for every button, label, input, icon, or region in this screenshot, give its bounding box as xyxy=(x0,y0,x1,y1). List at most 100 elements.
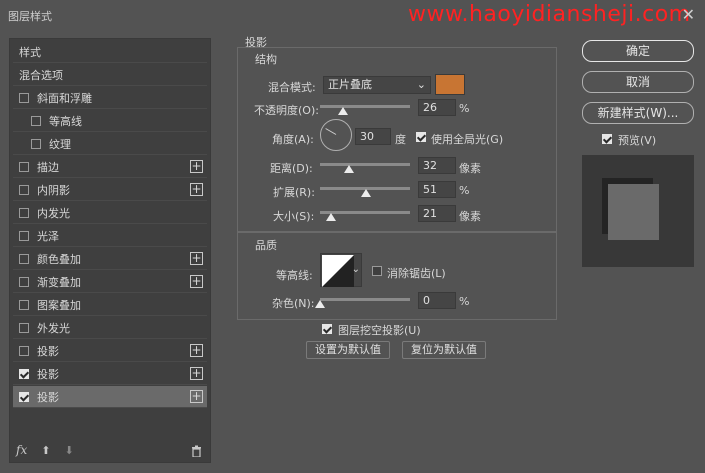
chevron-down-icon: ⌄ xyxy=(416,78,426,91)
style-item-checkbox[interactable] xyxy=(19,184,29,195)
spread-unit: % xyxy=(459,184,470,197)
spread-input[interactable]: 51 xyxy=(418,181,456,198)
style-item-checkbox[interactable] xyxy=(31,115,41,126)
antialias-label: 消除锯齿(L) xyxy=(387,267,446,280)
contour-label: 等高线: xyxy=(276,269,313,282)
noise-unit: % xyxy=(459,295,470,308)
add-effect-icon[interactable]: + xyxy=(190,344,203,357)
style-item-checkbox[interactable] xyxy=(19,92,29,103)
style-item-label: 渐变叠加 xyxy=(37,275,81,289)
title-bar: 图层样式 www.haoyidiansheji.com ✕ xyxy=(0,0,705,30)
style-item-checkbox[interactable] xyxy=(19,230,29,241)
global-light-checkbox[interactable] xyxy=(416,132,426,142)
cancel-button[interactable]: 取消 xyxy=(582,71,694,93)
trash-icon[interactable] xyxy=(191,445,202,460)
knockout-checkbox[interactable] xyxy=(322,324,332,334)
style-item-checkbox[interactable] xyxy=(19,391,29,402)
style-item-label: 光泽 xyxy=(37,229,59,243)
style-item-checkbox[interactable] xyxy=(19,276,29,287)
noise-slider-thumb[interactable] xyxy=(315,300,325,308)
quality-title: 品质 xyxy=(255,239,277,252)
opacity-unit: % xyxy=(459,102,470,115)
angle-dial[interactable] xyxy=(320,119,352,151)
antialias-checkbox[interactable] xyxy=(372,266,382,276)
distance-slider-thumb[interactable] xyxy=(343,165,354,173)
styles-footer: fx ⬆ ⬇ xyxy=(16,443,74,457)
spread-slider-thumb[interactable] xyxy=(360,189,371,197)
style-item-label: 投影 xyxy=(37,390,59,404)
watermark-text: www.haoyidiansheji.com xyxy=(408,2,691,27)
distance-slider-track[interactable] xyxy=(320,163,410,166)
style-item-2[interactable]: 等高线 xyxy=(13,110,207,132)
preview-checkbox[interactable] xyxy=(602,134,612,144)
style-item-9[interactable]: 渐变叠加 + xyxy=(13,271,207,293)
style-item-label: 图案叠加 xyxy=(37,298,81,312)
noise-label: 杂色(N): xyxy=(272,297,315,310)
close-icon[interactable]: ✕ xyxy=(682,5,695,24)
add-effect-icon[interactable]: + xyxy=(190,183,203,196)
style-item-checkbox[interactable] xyxy=(19,207,29,218)
opacity-input[interactable]: 26 xyxy=(418,99,456,116)
style-item-label: 描边 xyxy=(37,160,59,174)
add-effect-icon[interactable]: + xyxy=(190,160,203,173)
angle-unit: 度 xyxy=(395,133,406,146)
opacity-slider-track[interactable] xyxy=(320,105,410,108)
add-effect-icon[interactable]: + xyxy=(190,390,203,403)
style-item-label: 投影 xyxy=(37,367,59,381)
make-default-button[interactable]: 设置为默认值 xyxy=(306,341,390,359)
shadow-color-swatch[interactable] xyxy=(435,74,465,95)
style-item-4[interactable]: 描边 + xyxy=(13,156,207,178)
new-style-button[interactable]: 新建样式(W)... xyxy=(582,102,694,124)
style-item-checkbox[interactable] xyxy=(19,161,29,172)
style-item-label: 混合选项 xyxy=(19,68,63,82)
size-input[interactable]: 21 xyxy=(418,205,456,222)
size-slider-thumb[interactable] xyxy=(325,213,336,221)
style-item-checkbox[interactable] xyxy=(19,299,29,310)
style-item-checkbox[interactable] xyxy=(31,138,41,149)
style-item-13[interactable]: 投影 + xyxy=(13,363,207,385)
style-item-14[interactable]: 投影 + xyxy=(13,386,207,408)
ok-button[interactable]: 确定 xyxy=(582,40,694,62)
move-down-icon[interactable]: ⬇ xyxy=(64,444,73,457)
style-item-5[interactable]: 内阴影 + xyxy=(13,179,207,201)
add-effect-icon[interactable]: + xyxy=(190,252,203,265)
style-item-10[interactable]: 图案叠加 xyxy=(13,294,207,316)
style-item-label: 等高线 xyxy=(49,114,82,128)
styles-header[interactable]: 样式 xyxy=(13,41,207,63)
move-up-icon[interactable]: ⬆ xyxy=(41,444,50,457)
noise-slider-track[interactable] xyxy=(320,298,410,301)
size-unit: 像素 xyxy=(459,210,481,223)
blend-mode-select[interactable]: 正片叠底 ⌄ xyxy=(323,76,431,94)
style-item-11[interactable]: 外发光 xyxy=(13,317,207,339)
contour-picker[interactable]: ⌄ xyxy=(320,253,362,287)
angle-input[interactable]: 30 xyxy=(355,128,391,145)
style-item-0[interactable]: 混合选项 xyxy=(13,64,207,86)
style-preview xyxy=(582,155,694,267)
distance-label: 距离(D): xyxy=(270,162,313,175)
style-item-label: 外发光 xyxy=(37,321,70,335)
style-item-7[interactable]: 光泽 xyxy=(13,225,207,247)
distance-input[interactable]: 32 xyxy=(418,157,456,174)
add-effect-icon[interactable]: + xyxy=(190,367,203,380)
opacity-label: 不透明度(O): xyxy=(254,104,319,117)
reset-default-button[interactable]: 复位为默认值 xyxy=(402,341,486,359)
style-item-8[interactable]: 颜色叠加 + xyxy=(13,248,207,270)
chevron-down-icon: ⌄ xyxy=(351,264,360,275)
style-item-checkbox[interactable] xyxy=(19,253,29,264)
noise-input[interactable]: 0 xyxy=(418,292,456,309)
style-item-3[interactable]: 纹理 xyxy=(13,133,207,155)
knockout-label: 图层挖空投影(U) xyxy=(338,324,421,337)
style-item-1[interactable]: 斜面和浮雕 xyxy=(13,87,207,109)
add-effect-icon[interactable]: + xyxy=(190,275,203,288)
fx-icon[interactable]: fx xyxy=(16,443,27,457)
angle-label: 角度(A): xyxy=(272,133,314,146)
style-item-checkbox[interactable] xyxy=(19,345,29,356)
style-item-label: 纹理 xyxy=(49,137,71,151)
style-item-checkbox[interactable] xyxy=(19,322,29,333)
style-item-6[interactable]: 内发光 xyxy=(13,202,207,224)
spread-label: 扩展(R): xyxy=(273,186,315,199)
style-item-checkbox[interactable] xyxy=(19,368,29,379)
opacity-slider-thumb[interactable] xyxy=(338,107,349,115)
preview-square xyxy=(608,184,659,240)
style-item-12[interactable]: 投影 + xyxy=(13,340,207,362)
